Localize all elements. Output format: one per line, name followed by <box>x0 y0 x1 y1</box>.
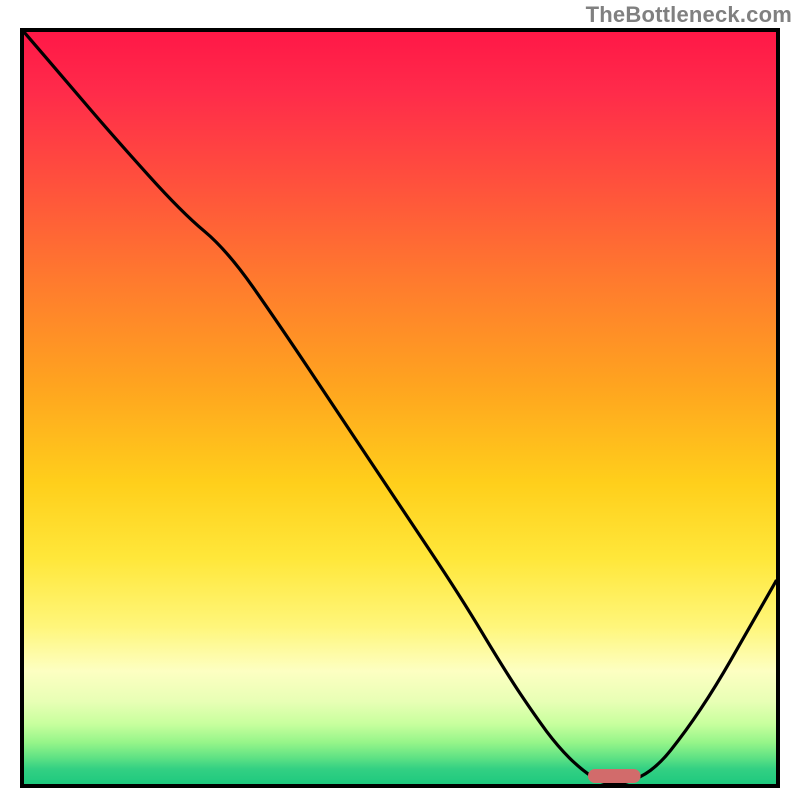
watermark-text: TheBottleneck.com <box>586 2 792 28</box>
plot-area <box>20 28 780 788</box>
chart-container: TheBottleneck.com <box>0 0 800 800</box>
curve-layer <box>24 32 776 784</box>
bottleneck-curve <box>24 32 776 784</box>
optimal-point-marker <box>588 769 641 783</box>
